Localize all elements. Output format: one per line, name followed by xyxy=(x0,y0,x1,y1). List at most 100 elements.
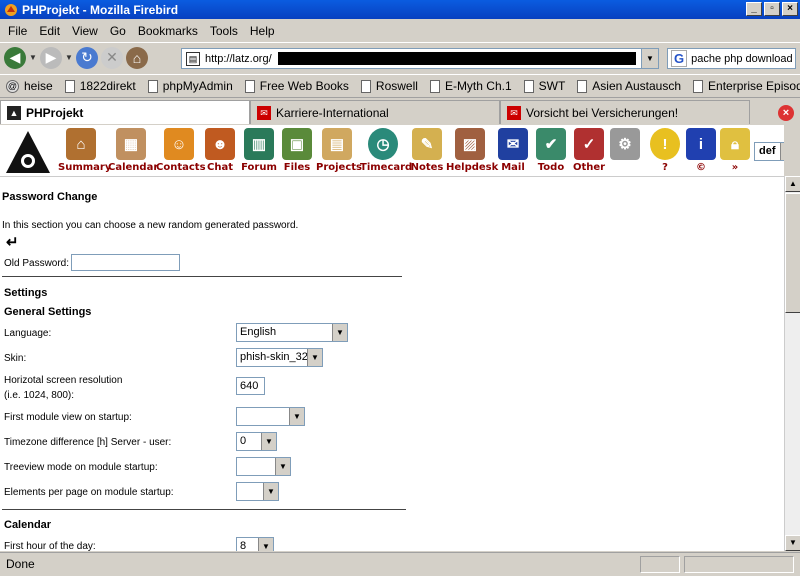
back-arrow-icon[interactable]: ↵ xyxy=(6,233,19,251)
forward-icon[interactable]: ▶ xyxy=(40,46,62,69)
url-dropdown-icon[interactable]: ▼ xyxy=(641,49,658,68)
module-settings[interactable]: ⚙ xyxy=(610,125,640,162)
vertical-scrollbar[interactable]: ▲ ▼ xyxy=(784,176,800,551)
module-files[interactable]: ▣ Files xyxy=(282,125,312,173)
module-projects[interactable]: ▤ Projects xyxy=(316,125,362,173)
bookmark-item[interactable]: SWT xyxy=(523,79,565,93)
bookmark-item[interactable]: Free Web Books xyxy=(244,79,349,93)
module-other[interactable]: ✓ Other xyxy=(572,125,606,173)
tab-bar: ▲ PHProjekt ✉ Karriere-International ✉ Vors… xyxy=(0,100,800,125)
old-password-field[interactable] xyxy=(71,254,180,271)
section-divider xyxy=(2,276,402,277)
page-icon xyxy=(244,79,255,93)
menu-help[interactable]: Help xyxy=(244,24,281,38)
menu-bookmarks[interactable]: Bookmarks xyxy=(132,24,204,38)
chevron-down-icon[interactable]: ▼ xyxy=(263,483,278,500)
window-titlebar: PHProjekt - Mozilla Firebird _ ▫ × xyxy=(0,0,800,19)
elements-per-page-label: Elements per page on module startup: xyxy=(4,487,174,498)
close-window-button[interactable]: × xyxy=(782,2,798,16)
back-dropdown-icon[interactable]: ▼ xyxy=(29,53,37,62)
scroll-down-icon[interactable]: ▼ xyxy=(785,535,800,551)
module-todo[interactable]: ✔ Todo xyxy=(534,125,568,173)
module-notes[interactable]: ✎ Notes xyxy=(410,125,444,173)
section-divider xyxy=(2,509,406,510)
module-mail[interactable]: ✉ Mail xyxy=(498,125,528,173)
reload-icon[interactable]: ↻ xyxy=(76,46,98,69)
bookmark-label: E-Myth Ch.1 xyxy=(444,79,512,93)
close-tab-icon[interactable]: × xyxy=(778,105,794,121)
first-hour-dropdown[interactable]: 8 ▼ xyxy=(236,537,274,551)
search-box[interactable]: G pache php download xyxy=(667,48,796,69)
module-timecard[interactable]: ◷ Timecard xyxy=(360,125,412,173)
module-help[interactable]: ! ? xyxy=(650,125,680,173)
module-label: » xyxy=(731,162,739,173)
chevron-down-icon[interactable]: ▼ xyxy=(258,538,273,551)
back-icon[interactable]: ◀ xyxy=(4,46,26,69)
bookmark-item[interactable]: E-Myth Ch.1 xyxy=(429,79,512,93)
module-contacts[interactable]: ☺ Contacts xyxy=(156,125,206,173)
module-label: Other xyxy=(572,162,606,173)
module-copyright[interactable]: i © xyxy=(686,125,716,173)
status-bar: Done xyxy=(0,552,800,576)
menu-file[interactable]: File xyxy=(2,24,33,38)
logout-lock-icon: 🔒︎ xyxy=(720,128,750,160)
menu-go[interactable]: Go xyxy=(104,24,132,38)
bookmark-label: Enterprise Episodes xyxy=(708,79,800,93)
module-chat[interactable]: ☻ Chat xyxy=(203,125,237,173)
module-label: Forum xyxy=(241,162,277,173)
module-logout[interactable]: 🔒︎ » xyxy=(720,125,750,173)
menu-view[interactable]: View xyxy=(66,24,104,38)
tab-karriere[interactable]: ✉ Karriere-International xyxy=(250,100,500,124)
module-label: Chat xyxy=(207,162,233,173)
bookmark-item[interactable]: phpMyAdmin xyxy=(147,79,233,93)
bookmark-item[interactable]: Enterprise Episodes xyxy=(693,79,800,93)
scroll-up-icon[interactable]: ▲ xyxy=(785,176,800,192)
bookmark-item[interactable]: Asien Austausch xyxy=(577,79,681,93)
timezone-dropdown[interactable]: 0 ▼ xyxy=(236,432,277,451)
tab-vorsicht[interactable]: ✉ Vorsicht bei Versicherungen! xyxy=(500,100,750,124)
skin-label: Skin: xyxy=(4,353,27,364)
chevron-down-icon[interactable]: ▼ xyxy=(332,324,347,341)
settings-heading: Settings xyxy=(4,287,48,299)
page-icon: ▤ xyxy=(186,51,200,66)
files-icon: ▣ xyxy=(282,128,312,160)
elements-per-page-dropdown[interactable]: ▼ xyxy=(236,482,279,501)
first-module-dropdown[interactable]: ▼ xyxy=(236,407,305,426)
resolution-label: Horizotal screen resolution xyxy=(4,375,123,386)
calendar-heading: Calendar xyxy=(4,519,52,531)
language-dropdown[interactable]: English ▼ xyxy=(236,323,348,342)
home-icon[interactable]: ⌂ xyxy=(126,46,148,69)
forward-dropdown-icon[interactable]: ▼ xyxy=(65,53,73,62)
chevron-down-icon[interactable]: ▼ xyxy=(289,408,304,425)
module-helpdesk[interactable]: ▨ Helpdesk xyxy=(446,125,498,173)
page-icon xyxy=(523,79,534,93)
minimize-button[interactable]: _ xyxy=(746,2,762,16)
scrollbar-thumb[interactable] xyxy=(785,193,800,313)
google-search-icon[interactable]: G xyxy=(671,50,688,67)
chevron-down-icon[interactable]: ▼ xyxy=(275,458,290,475)
bookmark-item[interactable]: 1822direkt xyxy=(64,79,136,93)
tab-phprojekt[interactable]: ▲ PHProjekt xyxy=(0,100,250,124)
bookmark-item[interactable]: @ heise xyxy=(6,79,53,93)
module-calendar[interactable]: ▦ Calendar xyxy=(108,125,158,173)
maximize-button[interactable]: ▫ xyxy=(764,2,780,16)
chevron-down-icon[interactable]: ▼ xyxy=(261,433,276,450)
stop-icon[interactable]: ✕ xyxy=(101,46,123,69)
treeview-dropdown[interactable]: ▼ xyxy=(236,457,291,476)
firebird-app-icon xyxy=(5,3,17,16)
chevron-down-icon[interactable]: ▼ xyxy=(780,143,784,160)
settings-form: Password Change In this section you can … xyxy=(0,177,784,551)
menu-tools[interactable]: Tools xyxy=(204,24,244,38)
chevron-down-icon[interactable]: ▼ xyxy=(307,349,322,366)
bookmark-label: heise xyxy=(24,79,53,93)
language-select[interactable]: def ▼ xyxy=(754,142,784,161)
page-icon xyxy=(64,79,75,93)
skin-dropdown[interactable]: phish-skin_32t ▼ xyxy=(236,348,323,367)
bookmark-item[interactable]: Roswell xyxy=(360,79,418,93)
menu-edit[interactable]: Edit xyxy=(33,24,66,38)
url-bar[interactable]: ▤ http://latz.org/ ▼ xyxy=(181,48,659,69)
copyright-icon: i xyxy=(686,128,716,160)
resolution-field[interactable]: 640 xyxy=(236,377,265,395)
module-forum[interactable]: ▥ Forum xyxy=(240,125,278,173)
module-summary[interactable]: ⌂ Summary xyxy=(58,125,111,173)
